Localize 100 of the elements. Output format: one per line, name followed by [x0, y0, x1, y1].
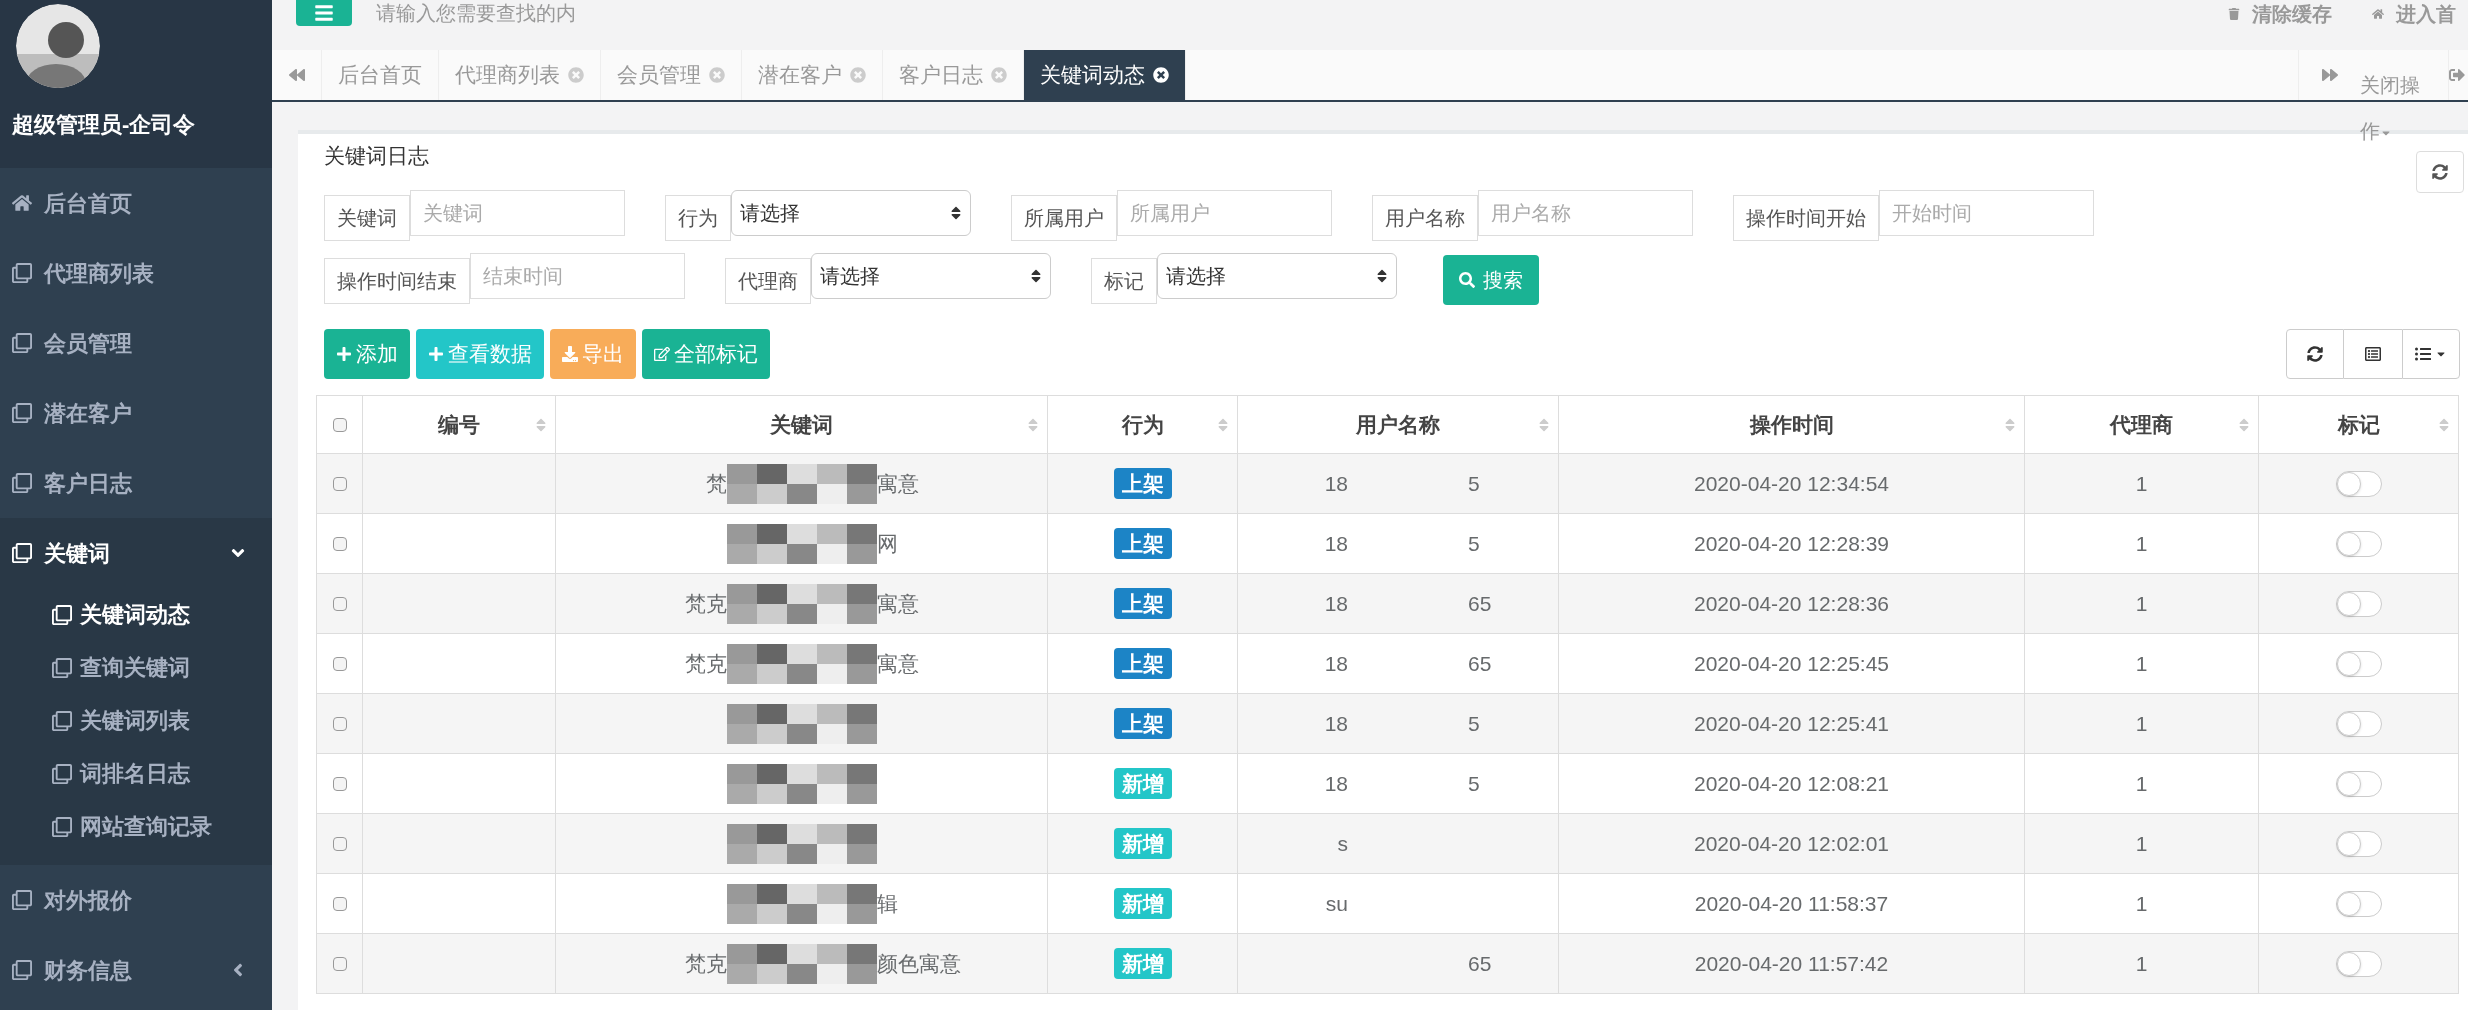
page-tab[interactable]: 会员管理 [601, 50, 742, 100]
table-cell-text: 18 [1324, 470, 1348, 497]
filter-select[interactable]: 请选择 [811, 253, 1051, 299]
checkbox[interactable] [332, 417, 347, 432]
table-cell: 1 [2135, 591, 2148, 615]
copy-icon [12, 333, 32, 353]
filter-field[interactable]: 关键词 [410, 190, 625, 236]
submenu-item[interactable]: 关键词列表 [0, 694, 272, 747]
mark-switch[interactable] [2335, 530, 2382, 557]
checkbox[interactable] [332, 596, 347, 611]
toolbar-button[interactable]: 全部标记 [642, 329, 770, 379]
sort-icon[interactable] [2004, 417, 2016, 433]
filter-field[interactable]: 用户名称 [1478, 190, 1693, 236]
logout-button[interactable] [2448, 50, 2468, 100]
checkbox[interactable] [332, 656, 347, 671]
copy-icon [12, 263, 32, 283]
filter-label: 代理商 [725, 258, 811, 304]
filter-field[interactable]: 结束时间 [470, 253, 685, 299]
home-icon [2372, 8, 2384, 20]
checkbox[interactable] [332, 896, 347, 911]
close-icon[interactable] [1153, 67, 1169, 83]
column-header[interactable]: 标记 [2337, 412, 2380, 436]
submenu-item[interactable]: 网站查询记录 [0, 800, 272, 853]
mark-switch[interactable] [2335, 470, 2382, 497]
action-tag: 新增 [1113, 767, 1172, 799]
column-header[interactable]: 关键词 [770, 412, 833, 436]
action-tag: 上架 [1113, 467, 1172, 499]
sort-icon[interactable] [2238, 417, 2250, 433]
submenu-item[interactable]: 查询关键词 [0, 641, 272, 694]
sidebar-item[interactable]: 后台首页 [0, 168, 272, 238]
list-icon [2365, 346, 2381, 362]
page-tab[interactable]: 代理商列表 [439, 50, 601, 100]
checkbox[interactable] [332, 956, 347, 971]
toggle-view-button[interactable] [2344, 329, 2402, 379]
table-cell: 1 [2135, 471, 2148, 495]
copy-icon [12, 960, 32, 980]
filter-field[interactable]: 开始时间 [1879, 190, 2094, 236]
checkbox[interactable] [332, 836, 347, 851]
columns-button[interactable] [2402, 329, 2460, 379]
sidebar-item[interactable]: 客户日志 [0, 448, 272, 518]
sidebar-item[interactable]: 关键词 [0, 518, 272, 588]
menu-button[interactable] [296, 0, 352, 26]
checkbox[interactable] [332, 476, 347, 491]
column-header[interactable]: 操作时间 [1749, 412, 1834, 436]
sort-icon[interactable] [535, 417, 547, 433]
top-link[interactable]: 清除缓存 [2228, 2, 2332, 26]
action-tag: 新增 [1113, 827, 1172, 859]
table-cell: 2020-04-20 12:02:01 [1694, 831, 1889, 855]
page-tab[interactable]: 潜在客户 [742, 50, 883, 100]
double-right-icon [2321, 67, 2338, 83]
checkbox[interactable] [332, 716, 347, 731]
table-cell-text: 18 [1324, 650, 1348, 677]
column-header[interactable]: 编号 [438, 412, 480, 436]
filter-select[interactable]: 请选择 [1157, 253, 1397, 299]
filter-select[interactable]: 请选择 [731, 190, 971, 236]
table-cell: 1 [2135, 531, 2148, 555]
mark-switch[interactable] [2335, 950, 2382, 977]
mark-switch[interactable] [2335, 590, 2382, 617]
column-header[interactable]: 行为 [1121, 412, 1164, 436]
toolbar-button[interactable]: 添加 [324, 329, 410, 379]
copy-icon [52, 710, 72, 731]
column-header[interactable]: 代理商 [2110, 412, 2173, 436]
sidebar-item[interactable]: 会员管理 [0, 308, 272, 378]
table-cell-text: 5 [1468, 710, 1480, 737]
top-link[interactable]: 进入首 [2372, 2, 2456, 26]
checkbox[interactable] [332, 536, 347, 551]
mark-switch[interactable] [2335, 830, 2382, 857]
checkbox[interactable] [332, 776, 347, 791]
reload-button[interactable] [2286, 329, 2344, 379]
edit-icon [654, 346, 670, 362]
sidebar-item[interactable]: 对外报价 [0, 865, 272, 935]
sort-icon[interactable] [1538, 417, 1550, 433]
copy-icon [52, 763, 72, 784]
sidebar-item[interactable]: 潜在客户 [0, 378, 272, 448]
table-cell-text: 65 [1468, 590, 1492, 617]
sort-icon[interactable] [2438, 417, 2450, 433]
action-tag: 上架 [1113, 587, 1172, 619]
sort-icon[interactable] [1217, 417, 1229, 433]
table-cell-text: 网 [876, 530, 898, 557]
profile-name: 超级管理员-企司令 [12, 111, 197, 139]
submenu-item[interactable]: 关键词动态 [0, 588, 272, 641]
sidebar-item[interactable]: 代理商列表 [0, 238, 272, 308]
menu-icon [314, 3, 334, 23]
refresh-button[interactable] [2416, 151, 2464, 193]
filter-field[interactable]: 所属用户 [1117, 190, 1332, 236]
table-cell-text: 18 [1324, 770, 1348, 797]
home-icon [12, 193, 32, 213]
search-button[interactable]: 搜索 [1443, 255, 1539, 305]
mark-switch[interactable] [2335, 770, 2382, 797]
page-tab[interactable]: 后台首页 [322, 50, 439, 100]
mark-switch[interactable] [2335, 890, 2382, 917]
page-tab[interactable]: 关键词动态 [1024, 50, 1186, 100]
mark-switch[interactable] [2335, 650, 2382, 677]
column-header[interactable]: 用户名称 [1356, 412, 1440, 436]
sidebar-item[interactable]: 财务信息 [0, 935, 272, 1005]
sort-icon[interactable] [1027, 417, 1039, 433]
filter-label: 所属用户 [1011, 195, 1117, 241]
submenu-item[interactable]: 词排名日志 [0, 747, 272, 800]
mark-switch[interactable] [2335, 710, 2382, 737]
search-field[interactable]: 请输入您需要查找的内 [376, 1, 876, 25]
